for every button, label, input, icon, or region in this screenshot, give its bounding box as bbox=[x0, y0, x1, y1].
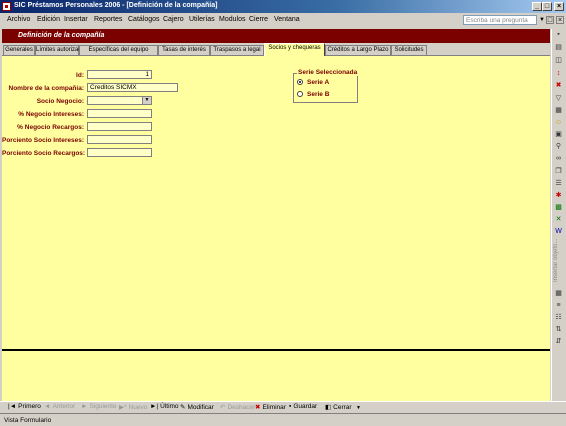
insert-object-label[interactable]: Insertar objeto... bbox=[553, 239, 565, 282]
menu-edicion[interactable]: Edición bbox=[37, 16, 60, 23]
word-icon[interactable]: W bbox=[554, 228, 563, 236]
tab-limites[interactable]: Límites autorizados bbox=[35, 45, 88, 55]
tab-especificas[interactable]: Específicas del equipo bbox=[79, 45, 158, 55]
company-name-label: Nombre de la compañía: bbox=[8, 85, 85, 92]
smiley-icon[interactable]: ☺ bbox=[554, 119, 563, 127]
mdi-restore-button[interactable]: □ bbox=[546, 16, 554, 24]
print-icon[interactable]: ▤ bbox=[554, 44, 563, 52]
save-button[interactable]: ▪ Guardar bbox=[289, 403, 317, 410]
undo-icon: ↶ bbox=[220, 404, 226, 411]
pct-negocio-intereses-field[interactable] bbox=[87, 109, 152, 118]
last-record-button[interactable]: ►| Último bbox=[150, 403, 179, 410]
porciento-socio-recargos-field[interactable] bbox=[87, 148, 152, 157]
id-label: Id: bbox=[76, 72, 84, 79]
tab-creditos-largo-plazo[interactable]: Créditos a Largo Plazo bbox=[325, 45, 391, 55]
tab-order-icon[interactable]: ⇅ bbox=[554, 326, 563, 334]
next-icon: ► bbox=[81, 403, 88, 410]
help-dropdown-icon[interactable]: ▼ bbox=[539, 17, 545, 23]
serie-a-radio[interactable] bbox=[297, 79, 303, 85]
maximize-button[interactable]: □ bbox=[542, 2, 552, 11]
socio-negocio-combo[interactable]: ▼ bbox=[87, 96, 152, 105]
form-title: Definición de la compañía bbox=[18, 32, 105, 39]
pct-negocio-recargos-field[interactable] bbox=[87, 122, 152, 131]
floppy-icon: ▪ bbox=[289, 403, 292, 410]
serie-b-label[interactable]: Serie B bbox=[307, 91, 329, 98]
serie-a-label[interactable]: Serie A bbox=[307, 79, 329, 86]
delete-record-icon[interactable]: ✖ bbox=[554, 82, 563, 90]
delete-button[interactable]: ✖ Eliminar bbox=[255, 403, 286, 411]
form-icon[interactable]: ▦ bbox=[554, 107, 563, 115]
close-button[interactable]: ◧ Cerrar bbox=[325, 403, 352, 411]
modify-button[interactable]: ✎ Modificar bbox=[180, 403, 214, 411]
align-icon[interactable]: ⇵ bbox=[554, 338, 563, 346]
menu-archivo[interactable]: Archivo bbox=[7, 16, 30, 23]
help-question-input[interactable]: Escriba una pregunta bbox=[463, 15, 537, 25]
title-bar[interactable]: SIC Préstamos Personales 2006 - [Definic… bbox=[0, 0, 566, 13]
properties-icon[interactable]: ☰ bbox=[554, 180, 563, 188]
window-icon[interactable]: ▣ bbox=[554, 131, 563, 139]
delete-icon: ✖ bbox=[255, 404, 261, 411]
socio-negocio-label: Socio Negocio: bbox=[36, 98, 84, 105]
first-icon: |◄ bbox=[8, 403, 17, 410]
toolbox-icon[interactable]: ▦ bbox=[554, 290, 563, 298]
last-icon: ►| bbox=[150, 403, 159, 410]
new-record-icon[interactable]: ✱ bbox=[554, 192, 563, 200]
filter-icon[interactable]: ▽ bbox=[554, 95, 563, 103]
tab-solicitudes[interactable]: Solicitudes bbox=[391, 45, 427, 55]
minimize-button[interactable]: _ bbox=[532, 2, 542, 11]
menu-ventana[interactable]: Ventana bbox=[274, 16, 300, 23]
serie-b-radio[interactable] bbox=[297, 91, 303, 97]
series-group bbox=[293, 73, 358, 103]
find-icon[interactable]: ⚲ bbox=[554, 143, 563, 151]
pct-negocio-intereses-label: % Negocio Intereses: bbox=[18, 111, 84, 118]
status-bar: Vista Formulario bbox=[0, 413, 566, 426]
mdi-close-button[interactable]: × bbox=[556, 16, 564, 24]
menu-cierre[interactable]: Cierre bbox=[249, 16, 268, 23]
menu-catalogos[interactable]: Catálogos bbox=[128, 16, 160, 23]
porciento-socio-intereses-label: Porciento Socio Intereses: bbox=[2, 137, 84, 144]
menu-reportes[interactable]: Reportes bbox=[94, 16, 122, 23]
sort-icon[interactable]: ↕ bbox=[554, 70, 563, 78]
new-record-button[interactable]: ▶* Nuevo bbox=[119, 403, 147, 411]
pct-negocio-recargos-label: % Negocio Recargos: bbox=[17, 124, 84, 131]
tab-traspasos[interactable]: Traspasos a legal bbox=[210, 45, 264, 55]
previous-record-button[interactable]: ◄ Anterior bbox=[44, 403, 75, 410]
toolbar-options-icon[interactable]: ▼ bbox=[356, 405, 361, 411]
undo-button[interactable]: ↶ Deshacer bbox=[220, 403, 255, 411]
series-group-title: Serie Seleccionada bbox=[297, 69, 359, 76]
new-icon: ▶* bbox=[119, 404, 127, 411]
preview-icon[interactable]: ◫ bbox=[554, 57, 563, 65]
save-icon[interactable]: ▪ bbox=[554, 31, 563, 39]
id-field[interactable]: 1 bbox=[87, 70, 152, 79]
list-icon[interactable]: ☷ bbox=[554, 314, 563, 322]
porciento-socio-recargos-label: Porciento Socio Recargos: bbox=[2, 150, 86, 157]
chevron-down-icon[interactable]: ▼ bbox=[142, 97, 151, 104]
binoculars-icon[interactable]: ∞ bbox=[554, 155, 563, 163]
app-icon bbox=[2, 2, 11, 11]
porciento-socio-intereses-field[interactable] bbox=[87, 135, 152, 144]
close-window-button[interactable]: × bbox=[554, 2, 564, 11]
menu-modulos[interactable]: Modulos bbox=[219, 16, 245, 23]
menu-insertar[interactable]: Insertar bbox=[64, 16, 88, 23]
window-title: SIC Préstamos Personales 2006 - [Definic… bbox=[14, 2, 218, 9]
close-door-icon: ◧ bbox=[325, 404, 332, 411]
tab-generales[interactable]: Generales bbox=[3, 45, 35, 55]
menu-utilerias[interactable]: Utilerías bbox=[189, 16, 215, 23]
tab-socios-chequeras[interactable]: Socios y chequeras bbox=[264, 43, 325, 56]
status-text: Vista Formulario bbox=[4, 417, 52, 424]
code-icon[interactable]: ≡ bbox=[554, 302, 563, 310]
tab-tasas[interactable]: Tasas de interés bbox=[158, 45, 210, 55]
menu-cajero[interactable]: Cajero bbox=[163, 16, 184, 23]
excel-icon[interactable]: ✕ bbox=[554, 216, 563, 224]
first-record-button[interactable]: |◄ Primero bbox=[8, 403, 41, 410]
form-divider bbox=[2, 349, 550, 351]
form-header: Definición de la compañía bbox=[2, 29, 550, 43]
spreadsheet-icon[interactable]: ▩ bbox=[554, 204, 563, 212]
pencil-icon: ✎ bbox=[180, 404, 186, 411]
copy-icon[interactable]: ❐ bbox=[554, 168, 563, 176]
next-record-button[interactable]: ► Siguiente bbox=[81, 403, 117, 410]
company-name-field[interactable]: Creditos SICMX bbox=[87, 83, 178, 92]
previous-icon: ◄ bbox=[44, 403, 51, 410]
